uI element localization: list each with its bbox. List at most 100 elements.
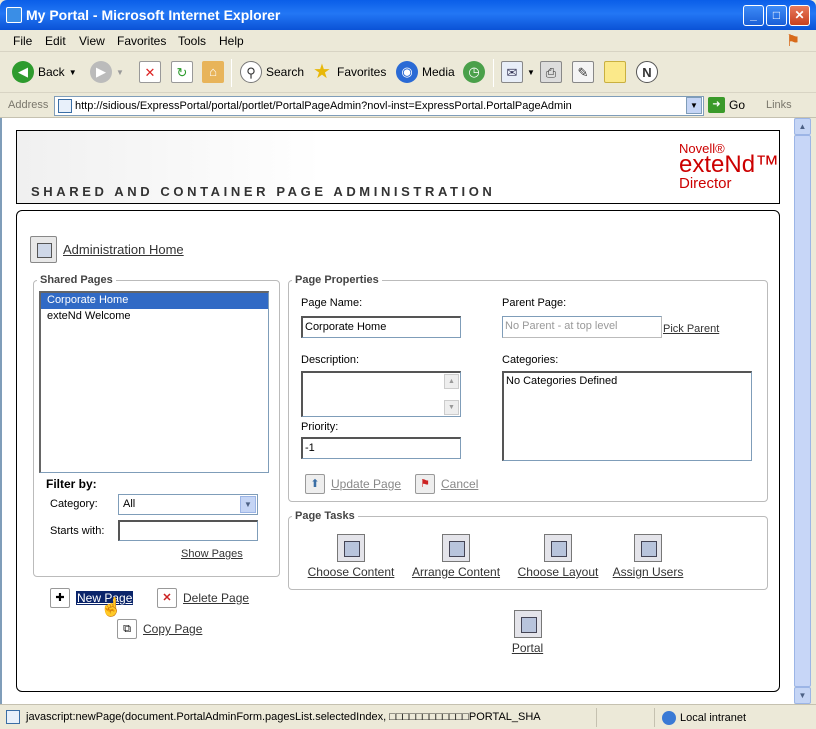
parent-page-input: No Parent - at top level: [502, 316, 662, 338]
menu-bar: File Edit View Favorites Tools Help ⚑: [0, 30, 816, 52]
home-button[interactable]: ⌂: [202, 61, 224, 83]
close-button[interactable]: ✕: [789, 5, 810, 26]
portal-label: Portal: [511, 641, 544, 655]
filter-by-heading: Filter by:: [46, 477, 97, 491]
scroll-up-button[interactable]: ▲: [794, 118, 811, 135]
menu-favorites[interactable]: Favorites: [117, 34, 166, 48]
back-label: Back: [38, 65, 65, 79]
priority-label: Priority:: [301, 421, 339, 433]
choose-layout-button[interactable]: Choose Layout: [513, 534, 603, 579]
history-button[interactable]: ◷: [463, 61, 485, 83]
go-label: Go: [729, 98, 746, 112]
refresh-button[interactable]: ↻: [171, 61, 193, 83]
category-select[interactable]: All ▼: [118, 494, 258, 515]
update-page-label: Update Page: [331, 477, 402, 491]
description-textarea[interactable]: ▲ ▼: [301, 371, 461, 417]
page-icon: [58, 99, 72, 113]
minimize-button[interactable]: _: [743, 5, 764, 26]
favorites-star-icon: ★: [313, 61, 331, 83]
arrange-content-button[interactable]: Arrange Content: [406, 534, 506, 579]
favorites-button[interactable]: ★ Favorites: [311, 61, 386, 83]
priority-input[interactable]: -1: [301, 437, 461, 459]
browser-toolbar: ◀ Back ▼ ▶ ▼ ✕ ↻ ⌂ ⚲ Search ★ Favorites …: [0, 53, 816, 93]
search-button[interactable]: ⚲ Search: [240, 61, 304, 83]
stop-button[interactable]: ✕: [139, 61, 161, 83]
category-label: Category:: [50, 498, 98, 510]
forward-arrow-icon: ▶: [90, 61, 112, 83]
page-name-input[interactable]: Corporate Home: [301, 316, 461, 338]
print-button[interactable]: ⎙: [540, 61, 562, 83]
arrange-content-icon: [442, 534, 470, 562]
starts-with-input[interactable]: [118, 520, 258, 541]
links-toolbar[interactable]: Links: [766, 99, 792, 111]
page-name-label: Page Name:: [301, 297, 363, 309]
back-button[interactable]: ◀ Back ▼: [12, 61, 77, 83]
media-label: Media: [422, 65, 455, 79]
page-tasks-legend: Page Tasks: [295, 510, 355, 522]
shared-pages-list[interactable]: Corporate Home exteNd Welcome: [39, 291, 269, 473]
media-globe-icon: ◉: [396, 61, 418, 83]
list-item[interactable]: exteNd Welcome: [41, 309, 268, 325]
page-status-icon: [6, 710, 20, 724]
menu-view[interactable]: View: [79, 34, 105, 48]
hand-cursor-icon: ☝: [100, 597, 123, 617]
admin-home-link[interactable]: Administration Home: [30, 236, 184, 263]
choose-content-icon: [337, 534, 365, 562]
delete-page-label: Delete Page: [183, 591, 250, 605]
window-title: My Portal - Microsoft Internet Explorer: [26, 7, 281, 23]
update-page-button[interactable]: ⬆ Update Page: [305, 474, 401, 494]
menu-edit[interactable]: Edit: [45, 34, 66, 48]
back-arrow-icon: ◀: [12, 61, 34, 83]
scroll-up-icon: ▲: [444, 374, 459, 389]
categories-box[interactable]: No Categories Defined: [502, 371, 752, 461]
address-url: http://sidious/ExpressPortal/portal/port…: [75, 100, 572, 112]
vertical-scrollbar[interactable]: ▲ ▼: [794, 118, 811, 704]
address-input[interactable]: http://sidious/ExpressPortal/portal/port…: [54, 96, 704, 116]
shared-pages-legend: Shared Pages: [40, 274, 113, 286]
status-divider: [596, 708, 597, 727]
windows-flag-icon: ⚑: [785, 33, 801, 50]
pick-parent-link[interactable]: Pick Parent: [663, 323, 719, 335]
forward-button[interactable]: ▶ ▼: [90, 61, 124, 83]
media-button[interactable]: ◉ Media: [396, 61, 455, 83]
address-dropdown-button[interactable]: ▼: [686, 97, 702, 114]
cancel-button[interactable]: ⚑ Cancel: [415, 474, 478, 494]
menu-file[interactable]: File: [13, 34, 32, 48]
scroll-down-button[interactable]: ▼: [794, 687, 811, 704]
show-pages-link[interactable]: Show Pages: [181, 548, 243, 560]
maximize-button[interactable]: □: [766, 5, 787, 26]
discuss-button[interactable]: [604, 61, 626, 83]
menu-help[interactable]: Help: [219, 34, 244, 48]
director-logo-text: Director: [679, 175, 732, 192]
dropdown-arrow-icon: ▼: [527, 67, 535, 77]
window-title-bar: My Portal - Microsoft Internet Explorer …: [0, 0, 816, 30]
menu-tools[interactable]: Tools: [178, 34, 206, 48]
copy-page-icon: ⧉: [117, 619, 137, 639]
description-label: Description:: [301, 354, 360, 366]
home-icon: ⌂: [202, 61, 224, 83]
messenger-button[interactable]: N: [636, 61, 658, 83]
mail-button[interactable]: ✉ ▼: [501, 61, 535, 83]
choose-content-button[interactable]: Choose Content: [303, 534, 399, 579]
address-bar: Address http://sidious/ExpressPortal/por…: [0, 94, 816, 118]
update-arrow-icon: ⬆: [305, 474, 325, 494]
status-bar: javascript:newPage(document.PortalAdminF…: [0, 704, 816, 729]
search-label: Search: [266, 65, 305, 79]
scrollbar-thumb[interactable]: [794, 135, 811, 687]
assign-users-button[interactable]: Assign Users: [610, 534, 686, 579]
delete-page-button[interactable]: ✕ Delete Page: [157, 588, 249, 608]
search-icon: ⚲: [240, 61, 262, 83]
ie-app-icon: [6, 7, 22, 23]
copy-page-button[interactable]: ⧉ Copy Page: [117, 619, 202, 639]
category-value: All: [123, 498, 136, 510]
history-icon: ◷: [463, 61, 485, 83]
list-item[interactable]: Corporate Home: [41, 293, 268, 309]
edit-button[interactable]: ✎: [572, 61, 594, 83]
portal-button[interactable]: Portal: [500, 610, 555, 655]
go-button[interactable]: ➜ Go: [708, 97, 745, 113]
address-label: Address: [8, 99, 49, 111]
toolbar-separator: [231, 59, 232, 87]
discuss-icon: [604, 61, 626, 83]
chevron-down-icon: ▼: [240, 496, 256, 513]
cancel-flag-icon: ⚑: [415, 474, 435, 494]
